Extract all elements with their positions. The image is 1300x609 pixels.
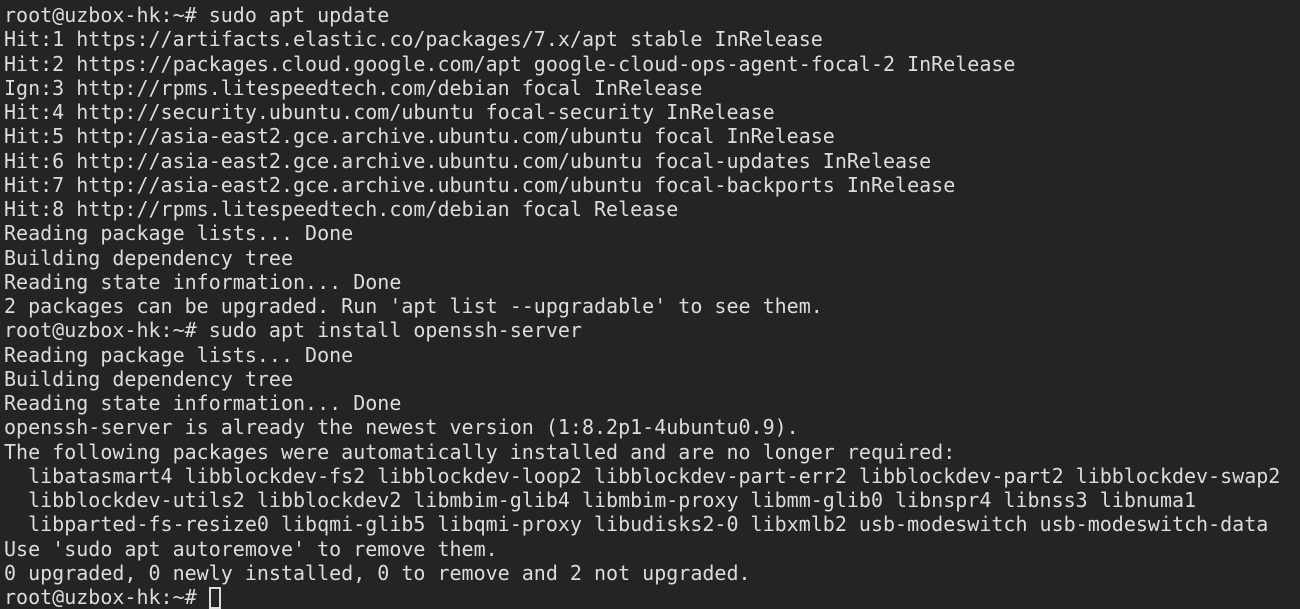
terminal-line: Building dependency tree — [4, 366, 293, 391]
terminal-line: root@uzbox-hk:~# sudo apt update — [4, 3, 390, 27]
terminal-prompt-line[interactable]: root@uzbox-hk:~# — [4, 585, 1300, 609]
terminal-line: openssh-server is already the newest ver… — [4, 415, 799, 440]
terminal-line: Hit:2 https://packages.cloud.google.com/… — [4, 51, 1016, 76]
terminal-line: 2 packages can be upgraded. Run 'apt lis… — [4, 294, 823, 318]
terminal-line: The following packages were automaticall… — [4, 439, 956, 464]
terminal-line: Use 'sudo apt autoremove' to remove them… — [4, 536, 498, 561]
terminal-line: libparted-fs-resize0 libqmi-glib5 libqmi… — [4, 512, 1269, 537]
terminal-line: Hit:5 http://asia-east2.gce.archive.ubun… — [4, 124, 835, 149]
terminal-line: Ign:3 http://rpms.litespeedtech.com/debi… — [4, 75, 703, 100]
terminal-line: Hit:7 http://asia-east2.gce.archive.ubun… — [4, 172, 956, 197]
terminal-line: Reading state information... Done — [4, 391, 402, 415]
terminal-line: Reading state information... Done — [4, 269, 402, 294]
terminal-line: libblockdev-utils2 libblockdev2 libmbim-… — [4, 488, 1197, 512]
terminal-line: root@uzbox-hk:~# sudo apt install openss… — [4, 318, 582, 343]
text-cursor[interactable] — [208, 587, 221, 609]
terminal-line: Hit:4 http://security.ubuntu.com/ubuntu … — [4, 100, 775, 124]
terminal-line: Reading package lists... Done — [4, 221, 354, 246]
terminal-line: libatasmart4 libblockdev-fs2 libblockdev… — [4, 463, 1281, 488]
terminal-line: Hit:8 http://rpms.litespeedtech.com/debi… — [4, 197, 679, 221]
terminal-line: Hit:6 http://asia-east2.gce.archive.ubun… — [4, 148, 932, 173]
terminal-line: Building dependency tree — [4, 245, 293, 270]
terminal-line: Hit:1 https://artifacts.elastic.co/packa… — [4, 27, 823, 52]
terminal-line: 0 upgraded, 0 newly installed, 0 to remo… — [4, 560, 751, 585]
terminal-window[interactable]: root@uzbox-hk:~# sudo apt update Hit:1 h… — [0, 0, 1300, 609]
terminal-line: Reading package lists... Done — [4, 342, 354, 367]
shell-prompt: root@uzbox-hk:~# — [4, 585, 209, 609]
